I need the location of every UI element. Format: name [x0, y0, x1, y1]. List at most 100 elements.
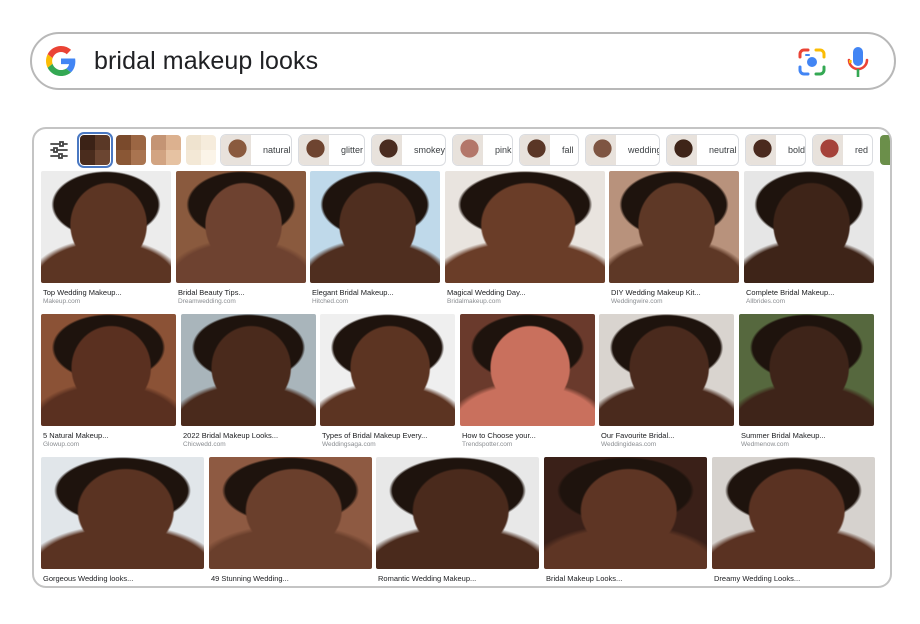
result-source: Weddingwire.com	[611, 298, 663, 305]
result-thumbnail[interactable]	[41, 171, 171, 283]
result-thumbnail[interactable]	[376, 457, 539, 569]
filter-chip-smokey[interactable]: smokey	[371, 134, 446, 166]
result-source: Weddingideas.com	[601, 441, 657, 448]
image-result-card[interactable]: Elegant Bridal Makeup... Hitched.com	[310, 171, 440, 313]
chip-label: pink	[495, 145, 512, 155]
image-result-card[interactable]: Summer Bridal Makeup... Wedmenow.com	[739, 314, 874, 456]
result-source: Dreamwedding.com	[178, 298, 236, 305]
filter-chip-fall[interactable]: fall	[519, 134, 579, 166]
swatch-cell	[186, 150, 201, 165]
result-thumbnail[interactable]	[176, 171, 306, 283]
filter-chip-glitter[interactable]: glitter	[298, 134, 365, 166]
swatch-cell	[131, 150, 146, 165]
result-thumbnail[interactable]	[609, 171, 739, 283]
image-result-card[interactable]: DIY Wedding Makeup Kit... Weddingwire.com	[609, 171, 739, 313]
result-title[interactable]: 5 Natural Makeup...	[43, 431, 108, 440]
result-title[interactable]: Magical Wedding Day...	[447, 288, 526, 297]
result-thumbnail[interactable]	[712, 457, 875, 569]
chip-thumbnail	[746, 135, 776, 165]
swatch-cell	[151, 150, 166, 165]
image-result-card[interactable]: 2022 Bridal Makeup Looks... Chicwedd.com	[181, 314, 316, 456]
result-title[interactable]: Romantic Wedding Makeup...	[378, 574, 476, 583]
chip-thumbnail	[372, 135, 402, 165]
result-title[interactable]: Types of Bridal Makeup Every...	[322, 431, 427, 440]
image-result-card[interactable]: Top Wedding Makeup... Makeup.com	[41, 171, 171, 313]
tune-filter-icon[interactable]	[48, 139, 70, 161]
skin-tone-swatch-deep[interactable]	[77, 132, 113, 168]
skin-tone-swatch-light[interactable]	[186, 135, 216, 165]
chip-thumbnail	[221, 135, 251, 165]
google-lens-camera-icon[interactable]	[796, 46, 828, 78]
result-thumbnail[interactable]	[181, 314, 316, 426]
image-result-card[interactable]: How to Choose your... Trendspotter.com	[460, 314, 595, 456]
result-title[interactable]: Elegant Bridal Makeup...	[312, 288, 394, 297]
result-thumbnail[interactable]	[41, 314, 176, 426]
result-thumbnail[interactable]	[445, 171, 605, 283]
filter-chip-neutral[interactable]: neutral	[666, 134, 739, 166]
result-title[interactable]: Dreamy Wedding Looks...	[714, 574, 800, 583]
result-title[interactable]: DIY Wedding Makeup Kit...	[611, 288, 701, 297]
skin-tone-swatch-brown[interactable]	[116, 135, 146, 165]
image-result-card[interactable]: Magical Wedding Day... Bridalmakeup.com	[445, 171, 605, 313]
result-title[interactable]: Complete Bridal Makeup...	[746, 288, 834, 297]
filter-chip-natural[interactable]: natural	[220, 134, 292, 166]
filter-chip-red[interactable]: red	[812, 134, 873, 166]
result-thumbnail[interactable]	[310, 171, 440, 283]
result-source: Trendspotter.com	[462, 441, 513, 448]
result-source: Hitched.com	[312, 298, 349, 305]
result-thumbnail[interactable]	[739, 314, 874, 426]
search-input[interactable]: bridal makeup looks	[94, 47, 318, 76]
swatch-cell	[95, 135, 110, 150]
result-source: Wedmenow.com	[741, 441, 789, 448]
chip-label: bold	[788, 145, 806, 155]
result-thumbnail[interactable]	[460, 314, 595, 426]
chip-label: wedding	[628, 145, 660, 155]
result-title[interactable]: Summer Bridal Makeup...	[741, 431, 826, 440]
result-source: Chicwedd.com	[183, 441, 226, 448]
result-thumbnail[interactable]	[744, 171, 874, 283]
image-result-card[interactable]: Gorgeous Wedding looks...	[41, 457, 204, 586]
result-title[interactable]: Gorgeous Wedding looks...	[43, 574, 133, 583]
chips-overflow-thumb[interactable]	[880, 135, 890, 165]
result-thumbnail[interactable]	[599, 314, 734, 426]
image-result-card[interactable]: Types of Bridal Makeup Every... Weddingsa…	[320, 314, 455, 456]
chip-thumbnail	[586, 135, 616, 165]
result-title[interactable]: Top Wedding Makeup...	[43, 288, 122, 297]
result-source: Weddingsaga.com	[322, 441, 376, 448]
image-result-card[interactable]: Bridal Beauty Tips... Dreamwedding.com	[176, 171, 306, 313]
image-result-card[interactable]: 5 Natural Makeup... Glowup.com	[41, 314, 176, 456]
result-title[interactable]: Bridal Beauty Tips...	[178, 288, 245, 297]
result-thumbnail[interactable]	[41, 457, 204, 569]
search-bar[interactable]: bridal makeup looks	[30, 32, 896, 90]
result-title[interactable]: Bridal Makeup Looks...	[546, 574, 622, 583]
image-result-card[interactable]: Our Favourite Bridal... Weddingideas.com	[599, 314, 734, 456]
image-result-card[interactable]: 49 Stunning Wedding...	[209, 457, 372, 586]
result-title[interactable]: 49 Stunning Wedding...	[211, 574, 289, 583]
result-thumbnail[interactable]	[544, 457, 707, 569]
filter-chip-bold[interactable]: bold	[745, 134, 806, 166]
result-title[interactable]: Our Favourite Bridal...	[601, 431, 674, 440]
chip-thumbnail	[813, 135, 843, 165]
result-source: Allbrides.com	[746, 298, 786, 305]
skin-tone-swatch-tan[interactable]	[151, 135, 181, 165]
filter-chips-bar: natural glitter smokey pink fall wedding neutr…	[34, 132, 890, 168]
filter-chip-pink[interactable]: pink	[452, 134, 513, 166]
image-result-card[interactable]: Bridal Makeup Looks...	[544, 457, 707, 586]
image-result-card[interactable]: Complete Bridal Makeup... Allbrides.com	[744, 171, 874, 313]
image-result-card[interactable]: Dreamy Wedding Looks...	[712, 457, 875, 586]
result-thumbnail[interactable]	[320, 314, 455, 426]
swatch-cell	[166, 150, 181, 165]
filter-chip-wedding[interactable]: wedding	[585, 134, 660, 166]
image-results-panel: natural glitter smokey pink fall wedding neutr…	[32, 127, 892, 588]
voice-search-mic-icon[interactable]	[846, 45, 870, 79]
result-title[interactable]: 2022 Bridal Makeup Looks...	[183, 431, 278, 440]
image-result-card[interactable]: Romantic Wedding Makeup...	[376, 457, 539, 586]
result-thumbnail[interactable]	[209, 457, 372, 569]
swatch-cell	[116, 150, 131, 165]
chip-thumbnail	[299, 135, 329, 165]
chip-label: fall	[562, 145, 574, 155]
result-source: Glowup.com	[43, 441, 80, 448]
swatch-cell	[95, 150, 110, 165]
result-title[interactable]: How to Choose your...	[462, 431, 536, 440]
chip-thumbnail	[520, 135, 550, 165]
